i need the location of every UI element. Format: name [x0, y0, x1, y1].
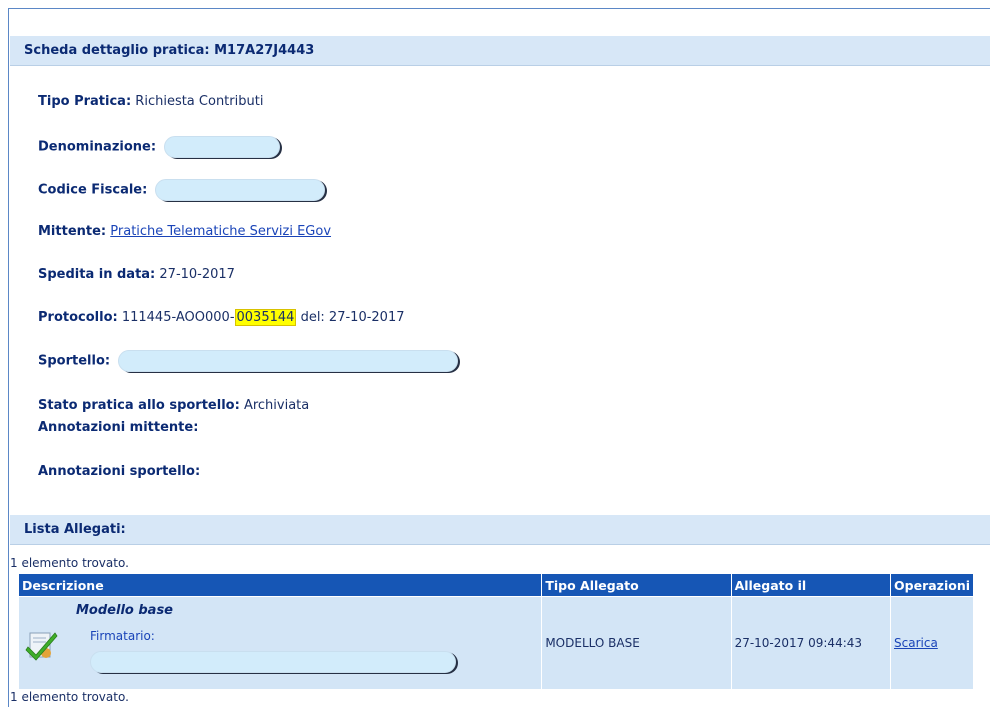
stato-label: Stato pratica allo sportello:	[38, 398, 240, 413]
stato-row: Stato pratica allo sportello: Archiviata	[38, 398, 309, 413]
annotazioni-sportello-row: Annotazioni sportello:	[38, 464, 200, 479]
scarica-link[interactable]: Scarica	[894, 636, 938, 650]
redacted-value	[90, 651, 456, 673]
table-row: Modello base Firmatario: MODELLO BASE 27…	[17, 596, 974, 690]
tipo-pratica-row: Tipo Pratica: Richiesta Contributi	[38, 94, 263, 109]
attachment-title: Modello base	[76, 603, 173, 618]
sportello-label: Sportello:	[38, 353, 111, 369]
protocollo-prefix: 111445-AOO000-	[121, 310, 235, 325]
col-allegato-il[interactable]: Allegato il	[730, 573, 892, 597]
tipo-pratica-value: Richiesta Contributi	[135, 94, 264, 109]
denominazione-label: Denominazione:	[38, 139, 157, 155]
redacted-value	[164, 136, 281, 158]
result-count-bottom: 1 elemento trovato.	[10, 690, 129, 704]
protocollo-number-highlight: 0035144	[234, 309, 297, 326]
mittente-link[interactable]: Pratiche Telematiche Servizi EGov	[110, 224, 331, 239]
detail-header: Scheda dettaglio pratica: M17A27J4443	[10, 36, 990, 66]
protocollo-label: Protocollo:	[38, 310, 118, 325]
col-operazioni: Operazioni	[890, 573, 974, 597]
result-count-top: 1 elemento trovato.	[10, 556, 129, 570]
detail-title: Scheda dettaglio pratica: M17A27J4443	[24, 43, 315, 58]
allegati-table: Descrizione Tipo Allegato Allegato il Op…	[17, 573, 974, 690]
cell-operazioni: Scarica	[890, 596, 974, 690]
annotazioni-mittente-label: Annotazioni mittente:	[38, 420, 199, 435]
col-tipo-allegato[interactable]: Tipo Allegato	[541, 573, 732, 597]
protocollo-row: Protocollo: 111445-AOO000- 0035144 del: 2…	[38, 309, 405, 326]
allegati-title: Lista Allegati:	[24, 522, 126, 537]
spedita-value: 27-10-2017	[159, 267, 235, 282]
codice-fiscale-label: Codice Fiscale:	[38, 182, 148, 198]
cell-descrizione: Modello base Firmatario:	[17, 596, 543, 690]
annotazioni-mittente-row: Annotazioni mittente:	[38, 420, 198, 435]
annotazioni-sportello-label: Annotazioni sportello:	[38, 464, 201, 479]
denominazione-row: Denominazione:	[38, 136, 281, 158]
spedita-label: Spedita in data:	[38, 267, 156, 282]
mittente-row: Mittente: Pratiche Telematiche Servizi E…	[38, 224, 331, 239]
tipo-pratica-label: Tipo Pratica:	[38, 94, 132, 109]
sportello-row: Sportello:	[38, 350, 459, 372]
mittente-label: Mittente:	[38, 224, 107, 239]
table-header-row: Descrizione Tipo Allegato Allegato il Op…	[17, 573, 974, 597]
firmatario-label: Firmatario:	[90, 629, 155, 643]
redacted-value	[118, 350, 459, 372]
cell-allegato-il: 27-10-2017 09:44:43	[730, 596, 892, 690]
codice-fiscale-row: Codice Fiscale:	[38, 179, 326, 201]
redacted-value	[155, 179, 326, 201]
cell-tipo-allegato: MODELLO BASE	[541, 596, 732, 690]
signed-document-check-icon	[25, 632, 58, 661]
stato-value: Archiviata	[243, 398, 310, 413]
protocollo-del: del: 27-10-2017	[300, 310, 405, 325]
allegati-header: Lista Allegati:	[10, 515, 990, 545]
col-descrizione[interactable]: Descrizione	[17, 573, 543, 597]
spedita-row: Spedita in data: 27-10-2017	[38, 267, 235, 282]
